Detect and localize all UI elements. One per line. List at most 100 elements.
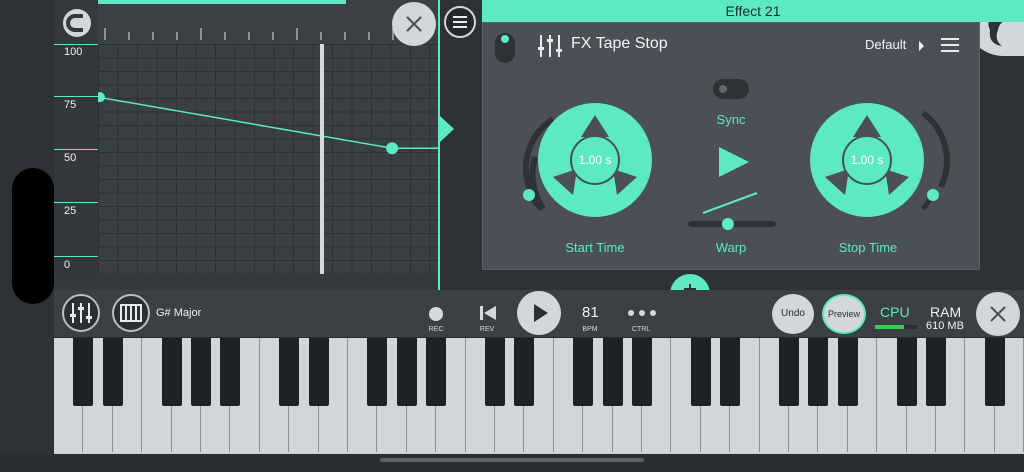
mixer-icon[interactable] xyxy=(537,33,563,59)
black-key[interactable] xyxy=(367,338,388,406)
ruler-tick xyxy=(344,32,346,40)
preset-next-icon[interactable] xyxy=(919,41,924,51)
menu-icon xyxy=(453,16,467,28)
automation-axis: 100 75 50 25 0 xyxy=(54,44,98,274)
black-key[interactable] xyxy=(926,338,946,406)
undo-button[interactable]: Undo xyxy=(772,294,814,334)
playhead[interactable] xyxy=(320,44,325,274)
black-key[interactable] xyxy=(485,338,505,406)
ruler-tick xyxy=(368,32,370,40)
close-button[interactable] xyxy=(976,292,1020,336)
ruler-tick xyxy=(224,32,226,40)
black-key[interactable] xyxy=(602,338,623,406)
start-time-handle xyxy=(523,189,535,201)
black-key[interactable] xyxy=(426,338,447,406)
black-key[interactable] xyxy=(73,338,94,406)
warp-slider-thumb xyxy=(721,218,734,230)
start-time-label: Start Time xyxy=(565,240,625,255)
panel-divider xyxy=(438,0,440,290)
close-automation-button[interactable] xyxy=(392,2,436,46)
automation-point[interactable] xyxy=(386,142,399,155)
axis-label-75: 75 xyxy=(64,99,77,111)
cpu-label: CPU xyxy=(880,304,910,320)
ruler-tick xyxy=(200,28,202,40)
more-icon[interactable] xyxy=(627,308,657,318)
warp-curve-preview xyxy=(702,192,758,214)
record-icon[interactable] xyxy=(427,305,445,323)
fx-enabled-led xyxy=(501,35,509,43)
black-key[interactable] xyxy=(161,338,182,406)
scale-button[interactable] xyxy=(112,294,150,332)
bottom-strip xyxy=(0,454,1024,472)
sync-label: Sync xyxy=(716,112,746,127)
home-indicator xyxy=(380,458,644,462)
play-icon xyxy=(534,304,548,322)
axis-label-25: 25 xyxy=(64,205,77,217)
trigger-play-icon[interactable] xyxy=(717,145,751,179)
preview-button[interactable]: Preview xyxy=(822,294,866,334)
black-key[interactable] xyxy=(191,338,211,406)
black-key[interactable] xyxy=(279,338,300,406)
black-key[interactable] xyxy=(102,338,123,406)
black-key[interactable] xyxy=(808,338,829,406)
scale-label[interactable]: G# Major xyxy=(156,307,201,319)
black-key[interactable] xyxy=(514,338,535,406)
magnet-icon xyxy=(63,9,91,37)
preset-selector[interactable]: Default xyxy=(865,37,906,52)
app-root: 100 75 50 25 0 Effect 21 FX Tape Stop De… xyxy=(0,0,1024,472)
ruler-tick xyxy=(176,32,178,40)
mixer-button[interactable] xyxy=(62,294,100,332)
stop-time-label: Stop Time xyxy=(838,240,898,255)
stop-time-handle xyxy=(927,189,939,201)
fx-menu-icon[interactable] xyxy=(941,37,959,53)
black-key[interactable] xyxy=(779,338,799,406)
song-position-bar[interactable] xyxy=(98,0,346,4)
mixer-icon xyxy=(70,303,92,323)
bpm-label: BPM xyxy=(582,326,598,333)
rewind-icon[interactable] xyxy=(478,304,498,322)
black-key[interactable] xyxy=(720,338,741,406)
snap-button[interactable] xyxy=(60,6,94,40)
expand-panel-arrow[interactable] xyxy=(440,116,454,142)
black-key[interactable] xyxy=(308,338,329,406)
ram-label: RAM xyxy=(930,304,962,320)
automation-point[interactable] xyxy=(98,92,105,103)
black-key[interactable] xyxy=(984,338,1005,406)
close-icon xyxy=(406,16,422,32)
rev-label: REV xyxy=(479,326,495,333)
automation-grid[interactable] xyxy=(98,44,440,274)
close-icon xyxy=(990,306,1006,322)
automation-footer xyxy=(54,274,440,290)
sync-toggle-indicator xyxy=(719,85,727,93)
piano-keyboard[interactable] xyxy=(54,338,1024,454)
bpm-value[interactable]: 81 xyxy=(582,304,599,321)
axis-label-50: 50 xyxy=(64,152,77,164)
ruler-tick xyxy=(248,32,250,40)
piano-icon xyxy=(120,304,142,322)
ruler-tick xyxy=(320,32,322,40)
device-notch xyxy=(12,168,54,304)
black-key[interactable] xyxy=(690,338,711,406)
automation-segment xyxy=(98,96,393,149)
ruler-tick xyxy=(128,32,130,40)
automation-curve[interactable] xyxy=(98,44,440,274)
black-key[interactable] xyxy=(220,338,241,406)
rec-label: REC xyxy=(428,326,444,333)
ruler-tick xyxy=(296,28,298,40)
axis-label-0: 0 xyxy=(64,259,71,271)
automation-menu-button[interactable] xyxy=(444,6,476,38)
fx-name: FX Tape Stop xyxy=(571,35,668,52)
start-time-value: 1.00 s xyxy=(578,153,612,167)
black-key[interactable] xyxy=(896,338,917,406)
black-key[interactable] xyxy=(632,338,652,406)
black-key[interactable] xyxy=(573,338,594,406)
timeline-ruler[interactable] xyxy=(98,0,440,44)
ctrl-label: CTRL xyxy=(631,326,651,333)
axis-label-100: 100 xyxy=(64,46,83,58)
ruler-tick xyxy=(152,32,154,40)
warp-slider[interactable] xyxy=(687,189,777,239)
black-key[interactable] xyxy=(837,338,858,406)
play-button[interactable] xyxy=(517,291,561,335)
black-key[interactable] xyxy=(396,338,417,406)
stop-time-value: 1.00 s xyxy=(850,153,884,167)
